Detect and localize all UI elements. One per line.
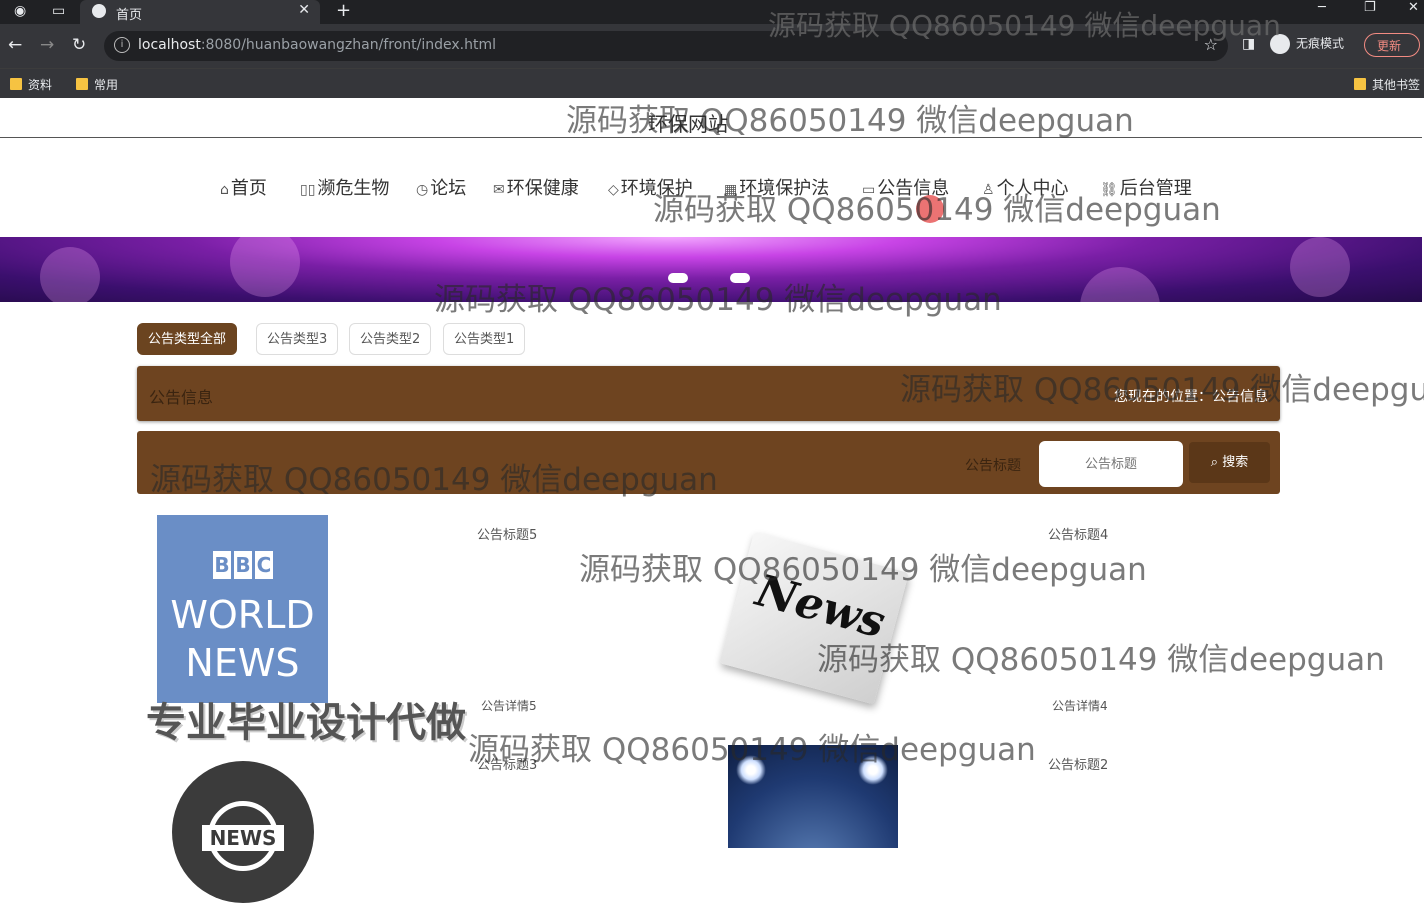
category-tab-all[interactable]: 公告类型全部: [137, 323, 238, 355]
globe-icon: [92, 4, 106, 18]
back-icon[interactable]: ←: [8, 35, 22, 55]
tab-title: 首页: [116, 8, 143, 23]
search-icon: ⌕: [1210, 455, 1219, 470]
nav-item-home[interactable]: ⌂ 首页: [220, 174, 267, 200]
search-button[interactable]: ⌕ 搜索: [1189, 442, 1270, 483]
folder-icon: [76, 78, 88, 90]
browser-tab[interactable]: 首页 ✕: [80, 0, 320, 24]
watermark-text: 源码获取 QQ86050149 微信deepguan: [150, 462, 718, 498]
watermark-text: 源码获取 QQ86050149 微信deepguan: [579, 552, 1147, 588]
search-label: 公告标题: [965, 458, 1021, 474]
watermark-text: 源码获取 QQ86050149 微信deepguan: [768, 9, 1281, 42]
card-image-bbc[interactable]: BBC WORLD NEWS: [157, 515, 328, 703]
section-title: 公告信息: [149, 388, 214, 407]
watermark-text: 源码获取 QQ86050149 微信deepguan: [900, 372, 1424, 408]
minimize-icon[interactable]: ─: [1318, 0, 1326, 15]
endangered-icon: ▯▯: [300, 182, 316, 198]
image-text: WORLD: [170, 593, 315, 637]
watermark-text: 源码获取 QQ86050149 微信deepguan: [653, 192, 1221, 228]
incognito-indicator[interactable]: 无痕模式: [1270, 34, 1344, 54]
watermark-text: 源码获取 QQ86050149 微信deepguan: [817, 642, 1385, 678]
card-title[interactable]: 公告标题5: [477, 524, 537, 543]
folder-icon: [1354, 78, 1366, 90]
search-input[interactable]: [1039, 441, 1183, 487]
image-text: NEWS: [202, 825, 284, 851]
bokeh-light: [1290, 237, 1350, 297]
card-title[interactable]: 公告标题2: [1048, 754, 1108, 773]
card-image-globe[interactable]: NEWS: [172, 761, 314, 903]
watermark-text: 源码获取 QQ86050149 微信deepguan: [566, 103, 1134, 139]
watermark-big-text: 专业毕业设计代做: [146, 700, 466, 746]
bokeh-light: [1080, 267, 1160, 302]
forward-icon[interactable]: →: [40, 35, 54, 55]
bokeh-light: [40, 247, 100, 302]
image-text: NEWS: [185, 641, 300, 685]
card-detail: 公告详情4: [1052, 699, 1108, 713]
bookmark-folder-ziliao[interactable]: 资料: [10, 76, 52, 93]
bookmarks-bar: 资料 常用 其他书签: [0, 68, 1424, 98]
nav-item-forum[interactable]: ◷ 论坛: [416, 174, 466, 200]
close-tab-icon[interactable]: ✕: [298, 2, 310, 18]
mail-icon: ✉: [493, 182, 505, 198]
close-window-icon[interactable]: ✕: [1408, 0, 1419, 15]
card-detail: 公告详情5: [481, 699, 537, 713]
restore-icon[interactable]: ❐: [1364, 0, 1376, 15]
new-tab-button[interactable]: +: [336, 0, 351, 21]
category-tab-2[interactable]: 公告类型2: [349, 323, 432, 355]
other-bookmarks[interactable]: 其他书签: [1354, 76, 1420, 93]
card-title[interactable]: 公告标题4: [1048, 524, 1108, 543]
folder-icon: [10, 78, 22, 90]
bbc-logo: BBC: [213, 551, 273, 579]
tab-strip-icon[interactable]: ▭: [52, 3, 65, 19]
category-tab-1[interactable]: 公告类型1: [443, 323, 526, 355]
watermark-text: 源码获取 QQ86050149 微信deepguan: [468, 732, 1036, 768]
reload-icon[interactable]: ↻: [72, 35, 86, 55]
update-button[interactable]: 更新: [1364, 33, 1420, 57]
tag-icon: ◇: [608, 182, 619, 198]
bokeh-light: [230, 237, 300, 297]
site-info-icon[interactable]: i: [114, 37, 130, 53]
home-icon: ⌂: [220, 182, 229, 198]
nav-item-health[interactable]: ✉ 环保健康: [493, 174, 579, 200]
bookmark-folder-changyong[interactable]: 常用: [76, 76, 118, 93]
browser-menu-icon[interactable]: ◉: [14, 3, 26, 19]
category-tab-3[interactable]: 公告类型3: [256, 323, 339, 355]
watermark-text: 源码获取 QQ86050149 微信deepguan: [434, 282, 1002, 318]
power-icon: ◷: [416, 182, 429, 198]
url-text[interactable]: localhost:8080/huanbaowangzhan/front/ind…: [138, 37, 496, 53]
nav-item-endangered[interactable]: ▯▯ 濒危生物: [300, 174, 389, 200]
